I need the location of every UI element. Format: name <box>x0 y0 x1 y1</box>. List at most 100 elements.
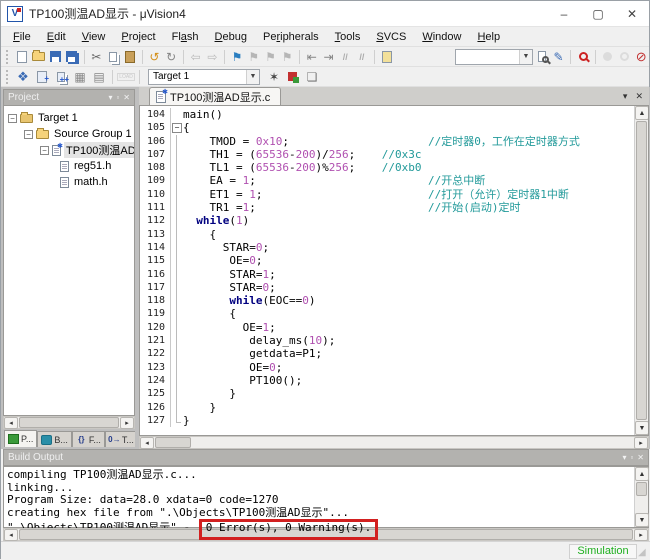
scrollbar-thumb[interactable] <box>636 121 647 420</box>
tree-item-target-1[interactable]: − Target 1 <box>4 110 134 126</box>
scroll-up-icon[interactable]: ▲ <box>635 467 649 481</box>
menu-tools[interactable]: Tools <box>327 29 369 45</box>
panel-tab-books[interactable]: B... <box>37 431 72 447</box>
scroll-up-icon[interactable]: ▲ <box>635 106 648 120</box>
save-icon[interactable] <box>47 49 63 65</box>
code-line-109[interactable]: 109 EA = 1; //开总中断 <box>140 174 634 189</box>
code-line-104[interactable]: 104 main() <box>140 108 634 122</box>
panel-tab-project[interactable]: P... <box>4 430 38 447</box>
panel-menu-icon[interactable]: ▾ <box>622 453 626 462</box>
menu-window[interactable]: Window <box>414 29 469 45</box>
code-line-119[interactable]: 119 { <box>140 307 634 322</box>
code-line-123[interactable]: 123 OE=0; <box>140 360 634 375</box>
tree-item-reg51-h[interactable]: reg51.h <box>4 158 134 174</box>
find-in-files-red-icon[interactable] <box>575 49 591 65</box>
bookmark-next-icon[interactable]: ⚑ <box>263 49 279 65</box>
tree-item-math-h[interactable]: math.h <box>4 174 134 190</box>
editor-horizontal-scrollbar[interactable]: ◂ ▸ <box>139 436 649 449</box>
code-line-106[interactable]: 106 TMOD = 0x10; //定时器0，工作在定时器方式 <box>140 134 634 149</box>
scroll-left-icon[interactable]: ◂ <box>4 416 18 429</box>
build-target-icon[interactable]: + <box>33 69 51 85</box>
cut-icon[interactable]: ✂ <box>89 49 105 65</box>
code-line-127[interactable]: 127} <box>140 413 634 428</box>
translate-file-icon[interactable]: ❖ <box>14 69 32 85</box>
maximize-button[interactable]: ▢ <box>581 1 615 27</box>
panel-close-icon[interactable]: ✕ <box>637 453 644 462</box>
spread-windows-icon[interactable]: ❏ <box>303 69 321 85</box>
bookmark-clear-icon[interactable]: ⚑ <box>279 49 295 65</box>
menu-view[interactable]: View <box>74 29 114 45</box>
scroll-left-icon[interactable]: ◂ <box>4 528 18 541</box>
code-line-110[interactable]: 110 ET1 = 1; //打开（允许）定时器1中断 <box>140 187 634 202</box>
code-line-105[interactable]: 105 { <box>140 121 634 135</box>
code-line-115[interactable]: 115 OE=0; <box>140 254 634 268</box>
options-for-target-icon[interactable]: ✶ <box>265 69 283 85</box>
configuration-wizard-icon[interactable] <box>379 49 395 65</box>
scrollbar-thumb[interactable] <box>19 417 119 428</box>
new-file-icon[interactable] <box>14 49 30 65</box>
comment-icon[interactable]: // <box>337 49 353 65</box>
build-output-vertical-scrollbar[interactable]: ▲ ▼ <box>634 467 649 527</box>
scroll-right-icon[interactable]: ▸ <box>120 416 134 429</box>
close-button[interactable]: ✕ <box>615 1 649 27</box>
build-output-body[interactable]: compiling TP100测温AD显示.c... linking... Prog… <box>3 466 649 540</box>
project-horizontal-scrollbar[interactable]: ◂ ▸ <box>3 416 135 429</box>
menu-debug[interactable]: Debug <box>207 29 255 45</box>
navigate-back-icon[interactable]: ⇦ <box>188 49 204 65</box>
download-icon[interactable]: LOAD <box>117 69 135 85</box>
code-line-124[interactable]: 124 PT100(); <box>140 373 634 388</box>
bookmark-toggle-icon[interactable]: ⚑ <box>229 49 245 65</box>
find-icon[interactable]: ✎ <box>551 49 567 65</box>
tab-close-icon[interactable]: ✕ <box>635 91 643 102</box>
find-in-files-icon[interactable] <box>534 49 550 65</box>
code-line-111[interactable]: 111 TR1 =1; //开始(启动)定时 <box>140 201 634 215</box>
panel-close-icon[interactable]: ✕ <box>123 93 130 102</box>
code-line-112[interactable]: 112 while(1) <box>140 214 634 228</box>
insert-breakpoint-icon[interactable] <box>600 49 616 65</box>
code-line-122[interactable]: 122 getdata=P1; <box>140 347 634 361</box>
indent-icon[interactable]: ⇥ <box>321 49 337 65</box>
navigate-forward-icon[interactable]: ⇨ <box>205 49 221 65</box>
code-line-117[interactable]: 117 STAR=0; <box>140 280 634 295</box>
scrollbar-thumb[interactable] <box>636 482 647 496</box>
save-all-icon[interactable] <box>64 49 80 65</box>
tree-expander-icon[interactable]: − <box>40 145 49 155</box>
batch-build-icon[interactable]: ▦ <box>71 69 89 85</box>
manage-project-items-icon[interactable] <box>284 69 302 85</box>
undo-icon[interactable]: ↺ <box>147 49 163 65</box>
code-line-121[interactable]: 121 delay_ms(10); <box>140 334 634 348</box>
uncomment-icon[interactable]: // <box>354 49 370 65</box>
menu-file[interactable]: File <box>5 29 39 45</box>
editor-vertical-scrollbar[interactable]: ▲ ▼ <box>634 106 648 435</box>
chevron-down-icon[interactable]: ▼ <box>518 49 532 64</box>
open-file-icon[interactable] <box>30 49 46 65</box>
scroll-down-icon[interactable]: ▼ <box>635 513 649 527</box>
paste-icon[interactable] <box>122 49 138 65</box>
menu-flash[interactable]: Flash <box>164 29 207 45</box>
resize-grip-icon[interactable]: ◢ <box>638 547 650 559</box>
stop-build-icon[interactable]: ▤ <box>90 69 108 85</box>
code-line-114[interactable]: 114 STAR=0; <box>140 240 634 255</box>
rebuild-all-icon[interactable]: ++ <box>52 69 70 85</box>
tree-item-tp100-ad-[interactable]: −✱TP100测温AD显 <box>4 142 134 158</box>
tab-list-icon[interactable]: ▾ <box>623 91 628 102</box>
tree-expander-icon[interactable]: − <box>24 129 33 139</box>
code-line-120[interactable]: 120 OE=1; <box>140 320 634 335</box>
bookmark-prev-icon[interactable]: ⚑ <box>246 49 262 65</box>
scroll-left-icon[interactable]: ◂ <box>140 436 154 449</box>
code-line-116[interactable]: 116 STAR=1; <box>140 267 634 282</box>
menu-svcs[interactable]: SVCS <box>368 29 414 45</box>
code-line-108[interactable]: 108 TL1 = (65536-200)%256; //0xb0 <box>140 161 634 175</box>
scroll-down-icon[interactable]: ▼ <box>635 421 648 435</box>
menu-project[interactable]: Project <box>113 29 163 45</box>
code-line-107[interactable]: 107 TH1 = (65536-200)/256; //0x3c <box>140 147 634 162</box>
menu-edit[interactable]: Edit <box>39 29 74 45</box>
tree-expander-icon[interactable]: − <box>8 113 17 123</box>
tree-item-source-group-1[interactable]: − Source Group 1 <box>4 126 134 142</box>
copy-icon[interactable] <box>105 49 121 65</box>
minimize-button[interactable]: – <box>547 1 581 27</box>
enable-breakpoint-icon[interactable] <box>617 49 633 65</box>
editor-tab[interactable]: ✱ TP100测温AD显示.c <box>149 87 282 105</box>
chevron-down-icon[interactable]: ▼ <box>246 69 259 84</box>
pin-icon[interactable]: ▫ <box>630 453 633 462</box>
